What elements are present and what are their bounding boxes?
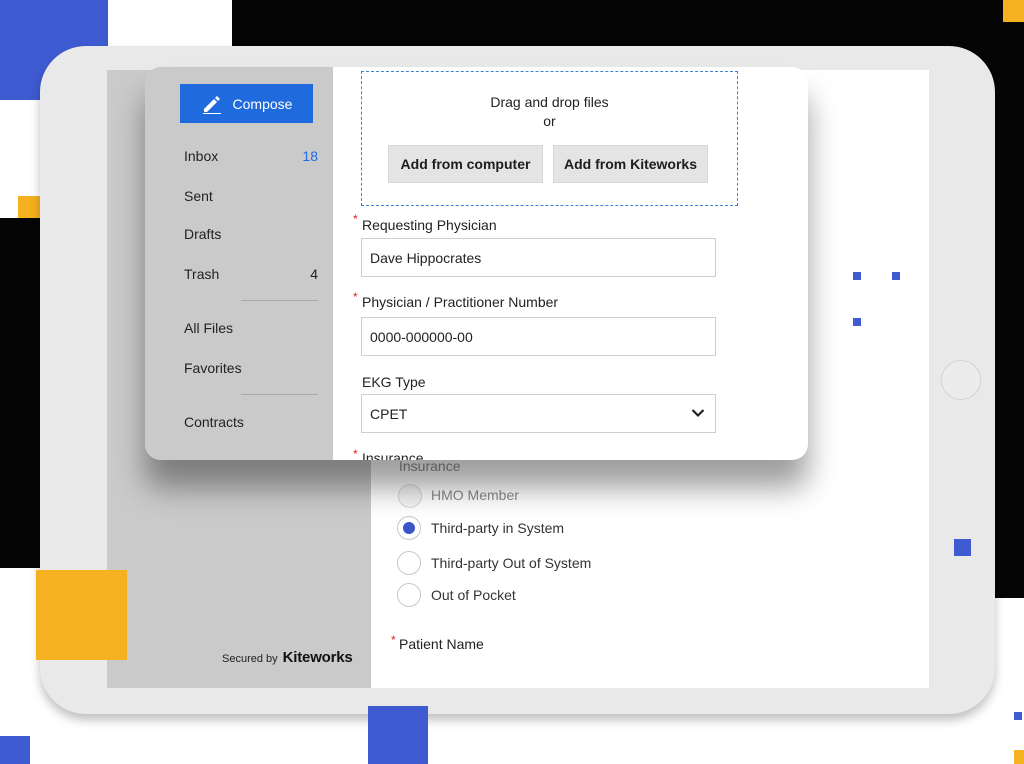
decor-blue-dot bbox=[853, 272, 861, 280]
sidebar-item-contracts[interactable]: Contracts bbox=[184, 414, 318, 430]
decor-yellow-square bbox=[18, 196, 40, 218]
radio-third-party-out-of-system[interactable] bbox=[397, 551, 421, 575]
or-text: or bbox=[362, 113, 737, 129]
trash-count-badge: 4 bbox=[310, 266, 318, 282]
decor-yellow-square bbox=[1003, 0, 1024, 22]
sidebar-item-label: All Files bbox=[184, 320, 233, 336]
sidebar-item-label: Sent bbox=[184, 188, 213, 204]
add-from-kiteworks-button[interactable]: Add from Kiteworks bbox=[553, 145, 708, 183]
requesting-physician-label: Requesting Physician bbox=[362, 217, 497, 233]
radio-third-party-in-system[interactable] bbox=[397, 516, 421, 540]
patient-name-label: Patient Name bbox=[399, 636, 484, 652]
radio-label-third-party-out: Third-party Out of System bbox=[431, 555, 591, 571]
radio-label-hmo: HMO Member bbox=[431, 487, 519, 503]
compose-label: Compose bbox=[233, 96, 293, 112]
scene: Secured by Kiteworks Insurance HMO Membe… bbox=[0, 0, 1024, 764]
sidebar-item-inbox[interactable]: Inbox 18 bbox=[184, 148, 318, 164]
kiteworks-logo: Kiteworks bbox=[283, 649, 353, 666]
sidebar-item-trash[interactable]: Trash 4 bbox=[184, 266, 318, 282]
required-star: * bbox=[353, 212, 358, 226]
decor-blue-dot bbox=[892, 272, 900, 280]
radio-out-of-pocket[interactable] bbox=[397, 583, 421, 607]
drag-drop-text: Drag and drop files bbox=[362, 94, 737, 110]
sidebar-item-favorites[interactable]: Favorites bbox=[184, 360, 318, 376]
requesting-physician-input[interactable]: Dave Hippocrates bbox=[361, 238, 716, 277]
radio-label-third-party-in: Third-party in System bbox=[431, 520, 564, 536]
sidebar-item-label: Favorites bbox=[184, 360, 242, 376]
ekg-type-select[interactable]: CPET bbox=[361, 394, 716, 433]
required-star: * bbox=[353, 290, 358, 304]
ekg-type-value: CPET bbox=[370, 406, 407, 422]
pencil-icon bbox=[201, 94, 223, 114]
sidebar-item-label: Inbox bbox=[184, 148, 218, 164]
sidebar-divider bbox=[241, 394, 318, 395]
decor-yellow-square bbox=[1014, 750, 1024, 764]
radio-hmo-member[interactable] bbox=[398, 484, 422, 508]
mail-sidebar: Compose Inbox 18 Sent Drafts Trash 4 All… bbox=[145, 67, 333, 460]
practitioner-number-input[interactable]: 0000-000000-00 bbox=[361, 317, 716, 356]
insurance-label: Insurance bbox=[362, 450, 423, 460]
inbox-count-badge: 18 bbox=[302, 148, 318, 164]
required-star: * bbox=[353, 447, 358, 460]
sidebar-item-label: Drafts bbox=[184, 226, 221, 242]
insurance-label-faded: Insurance bbox=[399, 458, 460, 474]
sidebar-item-all-files[interactable]: All Files bbox=[184, 320, 318, 336]
practitioner-number-label: Physician / Practitioner Number bbox=[362, 294, 558, 310]
decor-blue-square bbox=[0, 736, 30, 764]
decor-blue-square bbox=[1014, 712, 1022, 720]
radio-label-out-of-pocket: Out of Pocket bbox=[431, 587, 516, 603]
required-star: * bbox=[391, 633, 396, 647]
sidebar-divider bbox=[241, 300, 318, 301]
background-black-strip bbox=[0, 218, 40, 568]
sidebar-item-label: Contracts bbox=[184, 414, 244, 430]
compose-button[interactable]: Compose bbox=[180, 84, 313, 123]
chevron-down-icon bbox=[691, 408, 705, 418]
secured-by-footer: Secured by Kiteworks bbox=[222, 649, 353, 666]
decor-blue-square bbox=[368, 706, 428, 764]
file-dropzone[interactable]: Drag and drop files or Add from computer… bbox=[361, 71, 738, 206]
add-from-computer-button[interactable]: Add from computer bbox=[388, 145, 543, 183]
decor-yellow-square bbox=[36, 570, 127, 660]
secured-by-text: Secured by bbox=[222, 653, 278, 665]
tablet-home-button bbox=[941, 360, 981, 400]
sidebar-item-drafts[interactable]: Drafts bbox=[184, 226, 318, 242]
sidebar-item-sent[interactable]: Sent bbox=[184, 188, 318, 204]
decor-blue-square bbox=[954, 539, 971, 556]
zoomed-form-card: Compose Inbox 18 Sent Drafts Trash 4 All… bbox=[145, 67, 808, 460]
sidebar-item-label: Trash bbox=[184, 266, 219, 282]
decor-blue-dot bbox=[853, 318, 861, 326]
ekg-type-label: EKG Type bbox=[362, 374, 426, 390]
